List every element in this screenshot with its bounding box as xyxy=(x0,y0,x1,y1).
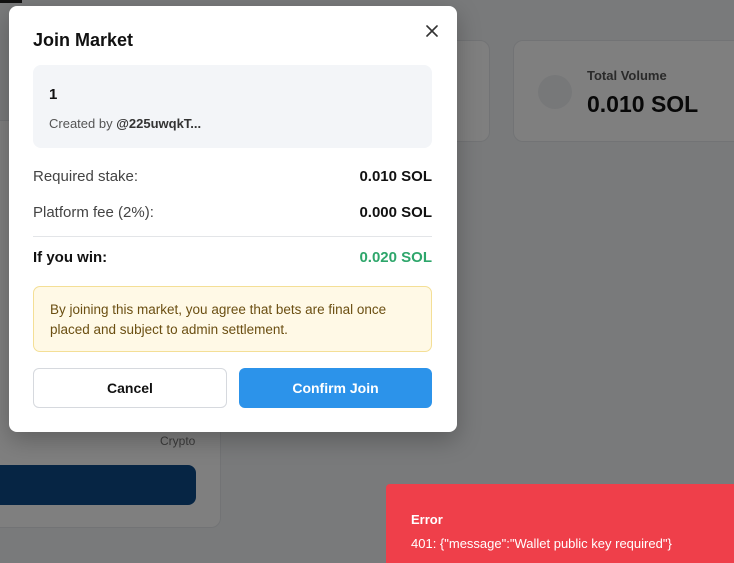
platform-fee-row: Platform fee (2%): 0.000 SOL xyxy=(33,204,432,221)
platform-fee-label: Platform fee (2%): xyxy=(33,204,154,221)
confirm-join-button[interactable]: Confirm Join xyxy=(239,368,432,408)
created-by-label: Created by xyxy=(49,116,113,131)
toast-title: Error xyxy=(411,512,443,527)
platform-fee-value: 0.000 SOL xyxy=(359,204,432,221)
market-name: 1 xyxy=(49,86,58,103)
join-market-modal: Join Market 1 Created by @225uwqkT... Re… xyxy=(9,6,457,432)
market-summary: 1 Created by @225uwqkT... xyxy=(33,65,432,148)
required-stake-value: 0.010 SOL xyxy=(359,168,432,185)
creator-handle: @225uwqkT... xyxy=(116,116,202,131)
market-creator: Created by @225uwqkT... xyxy=(49,116,201,131)
cancel-button[interactable]: Cancel xyxy=(33,368,227,408)
if-you-win-label: If you win: xyxy=(33,249,108,266)
divider xyxy=(33,236,432,237)
terms-notice: By joining this market, you agree that b… xyxy=(33,286,432,352)
required-stake-label: Required stake: xyxy=(33,168,139,185)
close-icon xyxy=(426,25,438,37)
if-you-win-value: 0.020 SOL xyxy=(359,249,432,266)
if-you-win-row: If you win: 0.020 SOL xyxy=(33,249,432,266)
modal-title: Join Market xyxy=(33,30,134,50)
required-stake-row: Required stake: 0.010 SOL xyxy=(33,168,432,185)
close-button[interactable] xyxy=(421,20,443,42)
toast-message: 401: {"message":"Wallet public key requi… xyxy=(411,536,672,551)
error-toast[interactable]: Error 401: {"message":"Wallet public key… xyxy=(386,484,734,563)
